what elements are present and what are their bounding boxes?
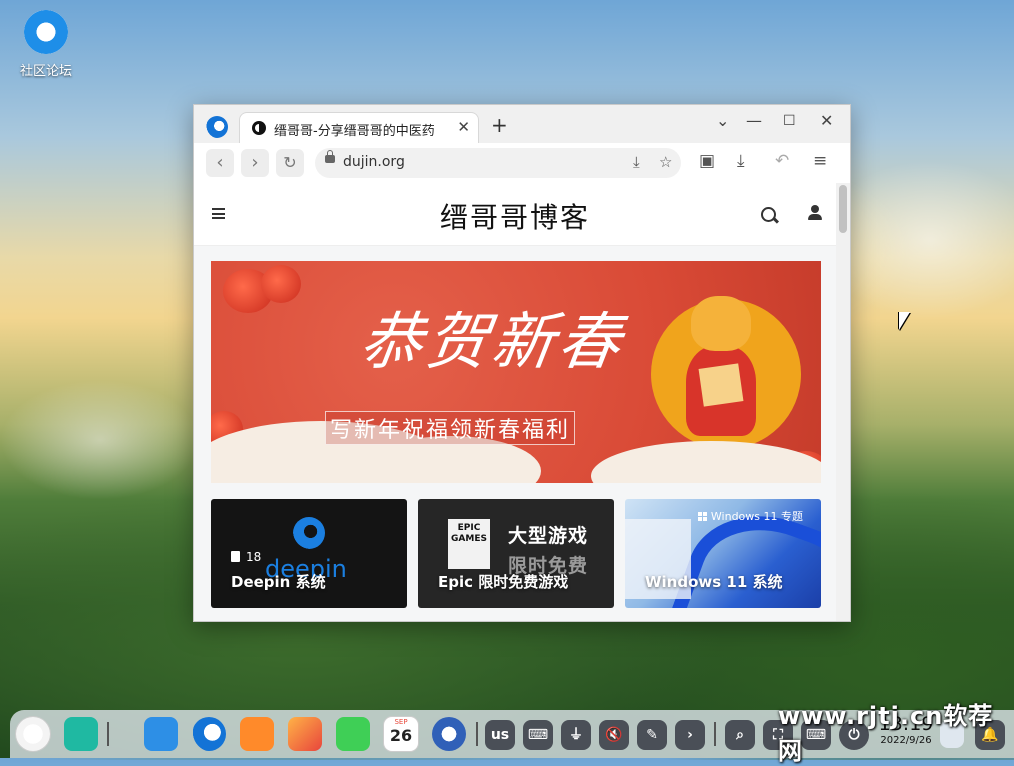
usb-icon[interactable]: ⏚ [561, 720, 591, 750]
wallpaper-mist [0, 380, 200, 500]
onscreen-keyboard-icon[interactable]: ⌨ [523, 720, 553, 750]
tab-list-dropdown-button[interactable]: ⌄ [716, 111, 729, 130]
address-bar[interactable]: dujin.org ⤓ ☆ [315, 148, 681, 178]
screen-draw-icon[interactable]: ✎ [637, 720, 667, 750]
desktop-icon-forum[interactable]: 社区论坛 [14, 10, 78, 79]
desktop-icon-label: 社区论坛 [19, 64, 72, 79]
download-page-icon[interactable]: ⤓ [633, 153, 640, 171]
card-deepin[interactable]: deepin 18 Deepin 系统 [211, 499, 407, 608]
deepin-forum-icon [24, 10, 68, 54]
search-icon[interactable] [761, 207, 776, 222]
download-icon[interactable]: ⤓ [737, 151, 745, 171]
windows-logo-icon [697, 512, 707, 521]
browser-logo-icon[interactable] [206, 116, 228, 138]
expand-tray-icon[interactable]: › [675, 720, 705, 750]
keyboard-layout-indicator[interactable]: us [485, 720, 515, 750]
app-store-icon[interactable] [240, 717, 274, 751]
topic-tag: Windows 11 专题 [697, 508, 803, 524]
page-scrollbar[interactable] [836, 183, 850, 621]
card-title[interactable]: Epic 限时免费游戏 [438, 571, 568, 592]
epic-games-logo: EPIC GAMES [448, 519, 490, 569]
forward-button[interactable]: › [241, 149, 269, 177]
search-icon[interactable]: ⌕ [725, 720, 755, 750]
card-windows11[interactable]: Windows 11 专题 Windows 11 系统 [625, 499, 821, 608]
multitask-view-icon[interactable] [64, 717, 98, 751]
maximize-button[interactable]: ☐ [783, 113, 796, 129]
image-viewer-icon[interactable] [288, 717, 322, 751]
card-title[interactable]: Windows 11 系统 [645, 571, 783, 592]
mouse-cursor-icon [899, 312, 910, 330]
dock-separator [476, 722, 478, 746]
dock-separator [714, 722, 716, 746]
card-epic[interactable]: EPIC GAMES 大型游戏 限时免费 Epic 限时免费游戏 [418, 499, 614, 608]
launcher-icon[interactable] [16, 717, 50, 751]
browser-app-icon[interactable] [192, 717, 226, 751]
new-year-banner[interactable]: 恭贺新春 写新年祝福领新春福利 [211, 261, 821, 483]
site-favicon-icon [252, 121, 266, 135]
dock-separator [107, 722, 109, 746]
tab-close-button[interactable]: ✕ [457, 118, 470, 136]
card-headline: 大型游戏 [508, 525, 589, 547]
tiger-mascot [681, 296, 761, 446]
file-manager-icon[interactable] [144, 717, 178, 751]
tab-bar: 缙哥哥-分享缙哥哥的中医药 ✕ + ⌄ — ☐ ✕ [194, 105, 850, 144]
url-text[interactable]: dujin.org [343, 154, 405, 170]
banner-calligraphy: 恭贺新春 [355, 305, 630, 378]
document-icon [231, 551, 240, 562]
new-tab-button[interactable]: + [491, 113, 508, 137]
lantern-icon [261, 265, 301, 303]
undo-icon[interactable]: ↶ [775, 151, 789, 171]
lock-icon [325, 150, 335, 163]
site-watermark: www.rjtj.cn软荐网 [778, 702, 994, 765]
star-icon[interactable]: ☆ [659, 153, 672, 171]
settings-icon[interactable] [432, 717, 466, 751]
browser-toolbar: ‹ › ↻ dujin.org ⤓ ☆ ▣ ⤓ ↶ ≡ [194, 143, 850, 184]
minimize-button[interactable]: — [746, 111, 762, 130]
tab-title: 缙哥哥-分享缙哥哥的中医药 [274, 124, 435, 139]
web-page: 缙哥哥博客 恭贺新春 写新年祝福领新春福利 deepin 18 Deepin 系… [194, 183, 836, 621]
back-button[interactable]: ‹ [206, 149, 234, 177]
music-icon[interactable] [336, 717, 370, 751]
collections-icon[interactable]: ▣ [699, 151, 715, 171]
site-header: 缙哥哥博客 [194, 183, 836, 246]
calendar-icon[interactable]: SEP 26 [384, 717, 418, 751]
menu-icon[interactable]: ≡ [813, 151, 827, 171]
volume-muted-icon[interactable]: 🔇 [599, 720, 629, 750]
banner-slogan: 写新年祝福领新春福利 [325, 411, 576, 445]
post-count: 18 [231, 550, 261, 564]
card-title[interactable]: Deepin 系统 [231, 571, 326, 592]
close-window-button[interactable]: ✕ [820, 111, 833, 130]
user-icon[interactable] [808, 205, 822, 221]
reload-button[interactable]: ↻ [276, 149, 304, 177]
site-brand[interactable]: 缙哥哥博客 [194, 196, 836, 236]
browser-window: 缙哥哥-分享缙哥哥的中医药 ✕ + ⌄ — ☐ ✕ ‹ › ↻ dujin.or… [193, 104, 851, 622]
scrollbar-thumb[interactable] [839, 185, 847, 233]
tab-active[interactable]: 缙哥哥-分享缙哥哥的中医药 ✕ [239, 112, 479, 144]
deepin-logo-icon [293, 517, 325, 549]
cloud-decoration [591, 441, 821, 483]
